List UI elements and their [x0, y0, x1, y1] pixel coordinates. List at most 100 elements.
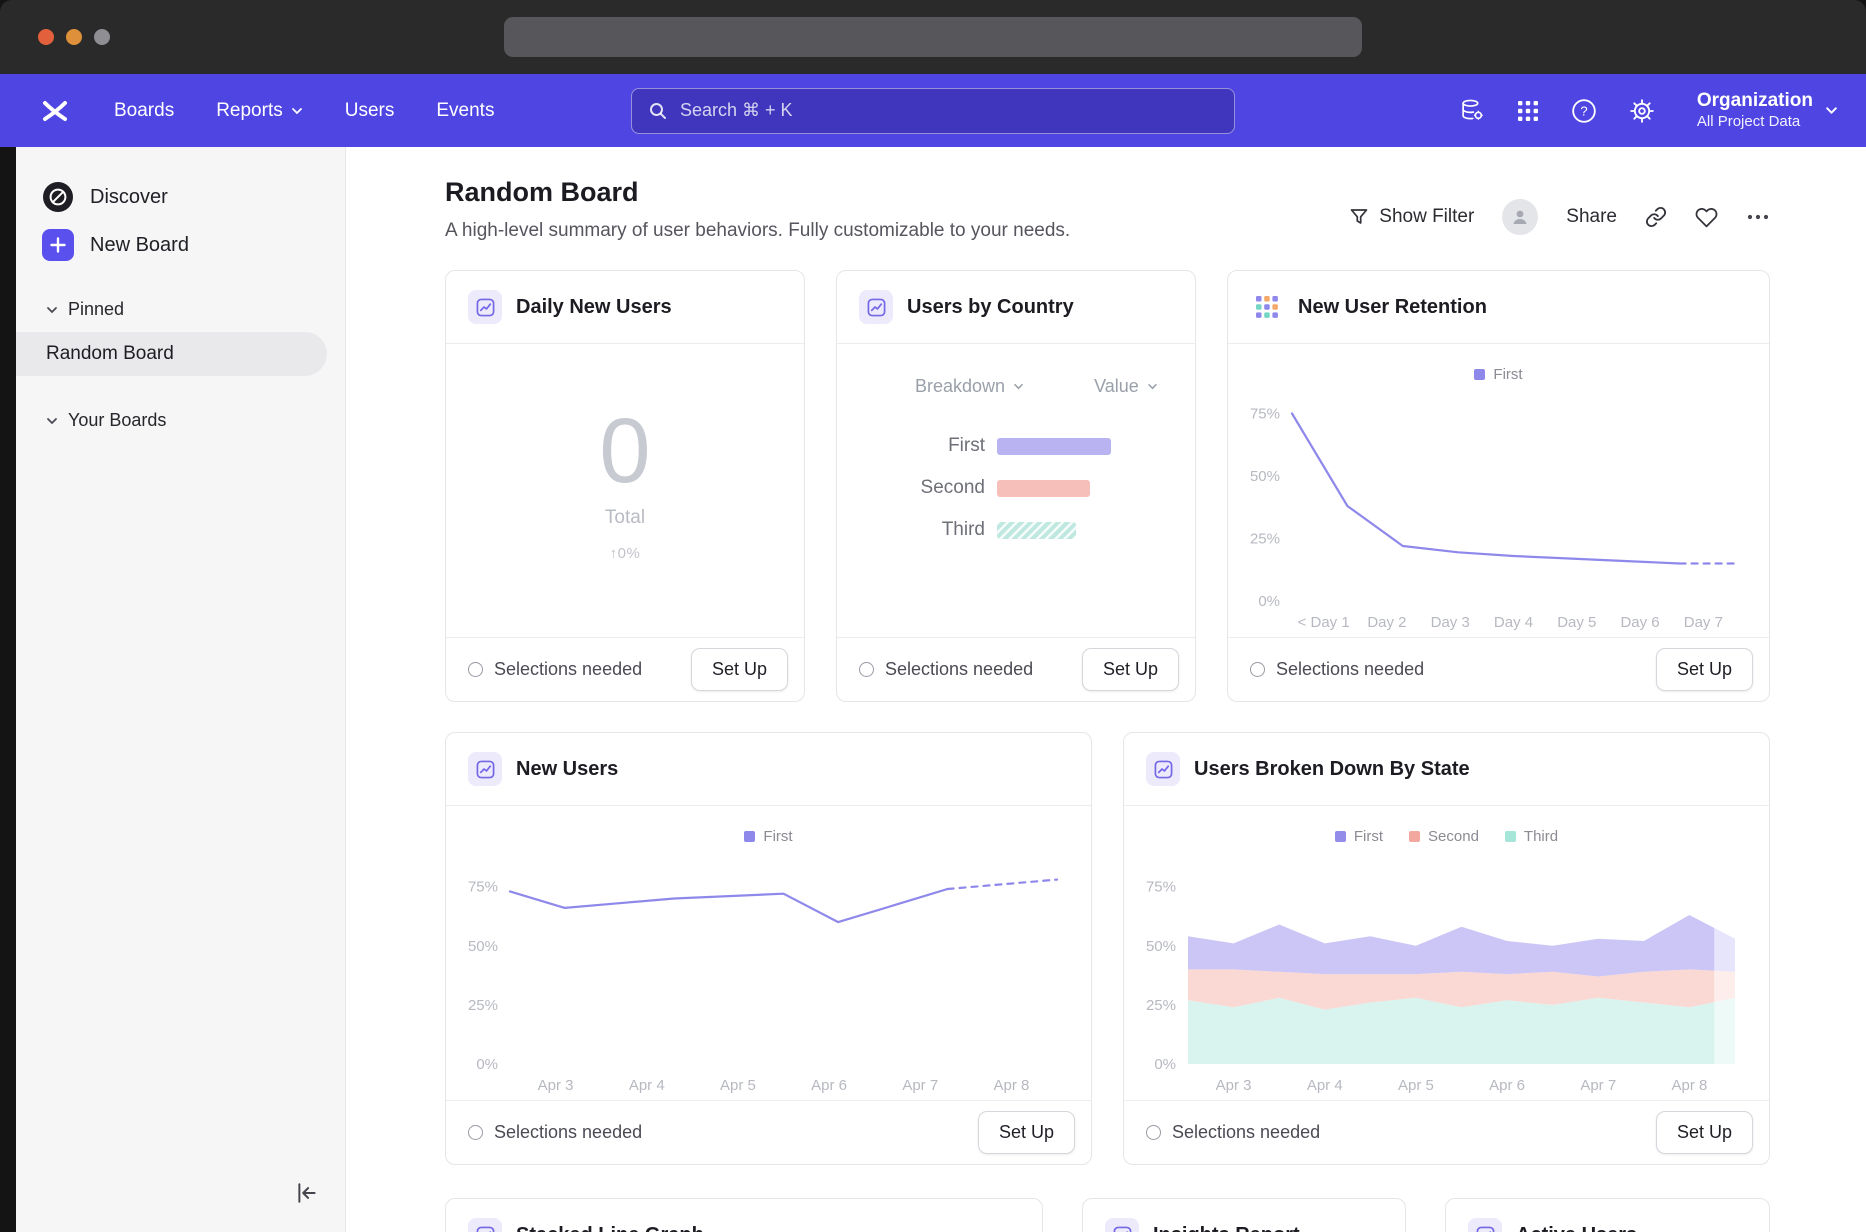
chevron-down-icon [1147, 383, 1158, 390]
set-up-button[interactable]: Set Up [1082, 648, 1179, 691]
nav-item-users[interactable]: Users [345, 100, 395, 122]
selections-needed-status: Selections needed [468, 1122, 642, 1143]
mixpanel-logo[interactable] [40, 98, 70, 124]
settings-gear-icon[interactable] [1629, 98, 1655, 124]
line-chart-icon [468, 1218, 502, 1232]
line-chart-icon [468, 290, 502, 324]
svg-text:50%: 50% [1146, 938, 1176, 955]
collapse-sidebar-icon[interactable] [295, 1181, 319, 1210]
org-name: Organization [1697, 89, 1813, 113]
new-users-chart: 75%50%25%0%Apr 3Apr 4Apr 5Apr 6Apr 7Apr … [452, 849, 1077, 1098]
svg-text:25%: 25% [1146, 997, 1176, 1014]
minimize-window-button[interactable] [66, 29, 82, 45]
filter-funnel-icon [1349, 207, 1369, 227]
breakdown-dropdown[interactable]: Breakdown [915, 376, 1024, 397]
svg-text:Day 4: Day 4 [1494, 614, 1533, 631]
org-scope: All Project Data [1697, 113, 1800, 132]
card-users-by-country: Users by Country Breakdown Value [836, 270, 1196, 702]
card-stacked-line-graph: Stacked Line Graph [445, 1198, 1043, 1232]
card-active-users: Active Users [1445, 1198, 1770, 1232]
window-titlebar [0, 0, 1866, 74]
status-circle-icon [1146, 1125, 1161, 1140]
zoom-window-button[interactable] [94, 29, 110, 45]
value-dropdown[interactable]: Value [1094, 376, 1158, 397]
chart-legend: First [446, 806, 1091, 845]
board-toolbar: Show Filter Share [1349, 199, 1770, 235]
sidebar-item-random-board[interactable]: Random Board [16, 332, 327, 376]
help-icon[interactable]: ? [1571, 98, 1597, 124]
svg-text:0%: 0% [476, 1056, 498, 1073]
apps-grid-icon[interactable] [1517, 100, 1539, 122]
chart-legend: First [1228, 344, 1769, 383]
card-title: Users by Country [907, 296, 1074, 319]
svg-text:Apr 6: Apr 6 [811, 1077, 847, 1094]
metric-value: 0 [599, 405, 650, 497]
nav-item-reports[interactable]: Reports [216, 100, 303, 122]
primary-nav: Boards Reports Users Events [114, 100, 494, 122]
avatar[interactable] [1502, 199, 1538, 235]
url-bar[interactable] [504, 17, 1362, 57]
set-up-button[interactable]: Set Up [1656, 1111, 1753, 1154]
nav-item-boards[interactable]: Boards [114, 100, 174, 122]
card-insights-report: Insights Report [1082, 1198, 1406, 1232]
sidebar-section-pinned[interactable]: Pinned [16, 289, 345, 328]
svg-text:75%: 75% [1250, 406, 1280, 423]
card-title: Active Users [1516, 1224, 1637, 1232]
card-title: Stacked Line Graph [516, 1224, 704, 1232]
svg-text:Apr 5: Apr 5 [720, 1077, 756, 1094]
board-subtitle: A high-level summary of user behaviors. … [445, 220, 1070, 242]
page-title: Random Board [445, 177, 1070, 208]
card-title: Users Broken Down By State [1194, 758, 1470, 781]
selections-needed-status: Selections needed [468, 659, 642, 680]
copy-link-icon[interactable] [1645, 206, 1667, 228]
data-management-icon[interactable] [1460, 98, 1485, 123]
svg-text:Apr 8: Apr 8 [993, 1077, 1029, 1094]
search-input[interactable] [680, 100, 1218, 121]
nav-item-events[interactable]: Events [436, 100, 494, 122]
svg-text:Apr 4: Apr 4 [629, 1077, 665, 1094]
metric-block: 0 Total ↑0% [446, 344, 804, 637]
card-title: Daily New Users [516, 296, 672, 319]
selections-needed-status: Selections needed [859, 659, 1033, 680]
svg-text:< Day 1: < Day 1 [1298, 614, 1350, 631]
svg-text:Day 3: Day 3 [1431, 614, 1470, 631]
status-circle-icon [859, 662, 874, 677]
card-title: New Users [516, 758, 618, 781]
favorite-heart-icon[interactable] [1695, 206, 1718, 229]
svg-text:25%: 25% [468, 997, 498, 1014]
svg-text:Day 2: Day 2 [1367, 614, 1406, 631]
svg-text:Day 6: Day 6 [1620, 614, 1659, 631]
line-chart-icon [1146, 752, 1180, 786]
sidebar: Discover New Board Pinned Random Board Y… [16, 147, 346, 1232]
svg-text:0%: 0% [1154, 1056, 1176, 1073]
svg-text:Apr 3: Apr 3 [538, 1077, 574, 1094]
chevron-down-icon [1825, 106, 1838, 115]
discover-icon [42, 181, 74, 213]
status-circle-icon [468, 662, 483, 677]
selections-needed-status: Selections needed [1250, 659, 1424, 680]
breakdown-row: Second [837, 467, 1195, 509]
set-up-button[interactable]: Set Up [978, 1111, 1075, 1154]
sidebar-item-new-board[interactable]: New Board [16, 221, 345, 269]
org-switcher[interactable]: Organization All Project Data [1697, 89, 1838, 132]
search-icon [648, 101, 668, 121]
svg-text:50%: 50% [1250, 468, 1280, 485]
close-window-button[interactable] [38, 29, 54, 45]
svg-text:Apr 5: Apr 5 [1398, 1077, 1434, 1094]
person-icon [1510, 207, 1530, 227]
global-search[interactable] [631, 88, 1235, 134]
share-button[interactable]: Share [1566, 206, 1617, 228]
set-up-button[interactable]: Set Up [1656, 648, 1753, 691]
show-filter-button[interactable]: Show Filter [1349, 206, 1474, 228]
sidebar-section-your-boards[interactable]: Your Boards [16, 400, 345, 439]
chevron-down-icon [1013, 383, 1024, 390]
svg-text:Day 5: Day 5 [1557, 614, 1596, 631]
set-up-button[interactable]: Set Up [691, 648, 788, 691]
window-edge [0, 147, 16, 1232]
retention-grid-icon [1250, 290, 1284, 324]
more-options-icon[interactable] [1746, 213, 1770, 221]
sidebar-item-discover[interactable]: Discover [16, 173, 345, 221]
card-title: New User Retention [1298, 296, 1487, 319]
metric-label: Total [605, 507, 645, 529]
metric-delta: ↑0% [610, 545, 641, 562]
